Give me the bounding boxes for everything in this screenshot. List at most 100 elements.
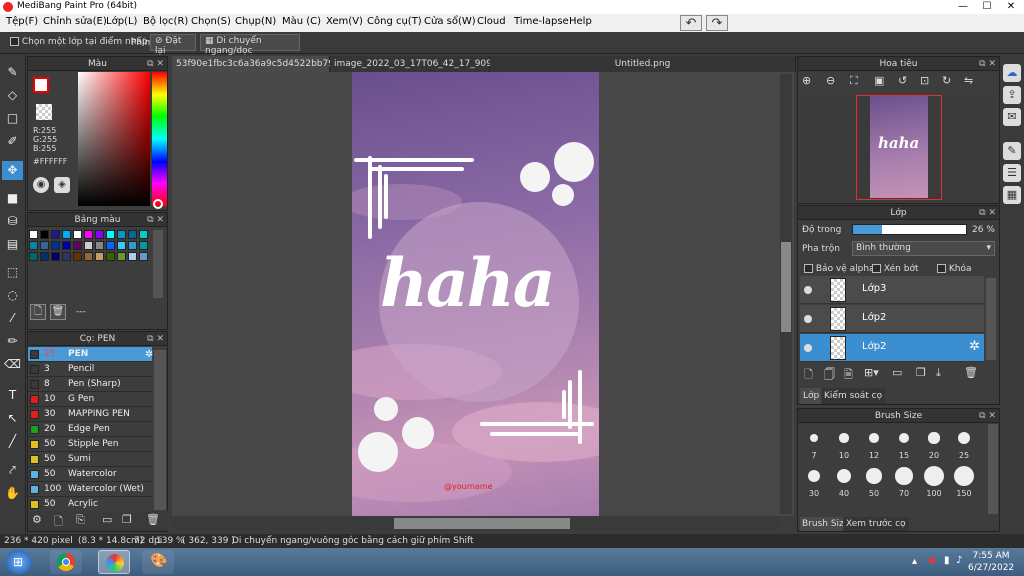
bucket-tool[interactable]: ⛁: [2, 212, 23, 231]
eyedropper-tool[interactable]: ⤤: [2, 461, 23, 480]
brush-size-option[interactable]: 150: [950, 464, 978, 500]
blend-mode-select[interactable]: Bình thường ▾: [852, 241, 995, 256]
layer-row[interactable]: Lớp3: [800, 276, 984, 304]
palette-swatch[interactable]: [117, 252, 126, 261]
folder-icon[interactable]: ▭: [892, 366, 902, 379]
canvas-vscroll-thumb[interactable]: [781, 242, 791, 332]
operation-tool[interactable]: ↖: [2, 409, 23, 428]
palette-swatch[interactable]: [73, 230, 82, 239]
brush-item[interactable]: 3 Pencil: [28, 362, 152, 377]
add-layer-menu-icon[interactable]: ⊞▾: [864, 366, 879, 379]
material-icon[interactable]: ▦: [1003, 186, 1021, 204]
palette-swatch[interactable]: [95, 241, 104, 250]
zoom-out-icon[interactable]: ⊖: [826, 74, 835, 87]
text-tool[interactable]: T: [2, 386, 23, 405]
palette-swatch[interactable]: [106, 241, 115, 250]
layer-settings-icon[interactable]: ✲: [969, 339, 980, 354]
menu-timelapse[interactable]: Time-lapse: [514, 16, 569, 27]
select-eraser-tool[interactable]: ⌫: [2, 355, 23, 374]
taskbar-medibang[interactable]: [98, 550, 130, 574]
trash-icon[interactable]: 🗑: [146, 513, 160, 526]
new-halftone-layer-icon[interactable]: 🗍: [824, 366, 835, 385]
palette-swatch[interactable]: [139, 252, 148, 261]
menu-edit[interactable]: Chỉnh sửa(E): [43, 16, 107, 27]
protect-alpha-option[interactable]: Bảo vệ alpha: [804, 264, 875, 274]
taskbar-chrome[interactable]: [50, 550, 82, 574]
palette-swatch[interactable]: [95, 230, 104, 239]
visibility-icon[interactable]: [804, 344, 812, 352]
hand-tool[interactable]: ✋: [2, 484, 23, 503]
reset-button[interactable]: ⊘ Đặt lại: [150, 34, 196, 56]
clipping-checkbox[interactable]: [872, 264, 881, 273]
palette-swatch[interactable]: [139, 230, 148, 239]
brush-item[interactable]: 50 Stipple Pen: [28, 437, 152, 452]
palette-swatch[interactable]: [139, 241, 148, 250]
folder-icon[interactable]: ▭: [102, 513, 112, 526]
brush-settings-icon[interactable]: ✲: [145, 349, 153, 360]
palette-swatch[interactable]: [106, 230, 115, 239]
layers-icon[interactable]: ☰: [1003, 164, 1021, 182]
brush-new-icon[interactable]: 🗋: [54, 513, 63, 532]
palette-swatch[interactable]: [128, 241, 137, 250]
layer-row[interactable]: Lớp2: [800, 305, 984, 333]
tray-arrow-icon[interactable]: ▴: [912, 556, 917, 567]
reset-rotation-icon[interactable]: ⊡: [920, 74, 929, 87]
palette-scrollbar[interactable]: [153, 230, 163, 298]
lasso-tool[interactable]: ◌: [2, 286, 23, 305]
rotate-right-icon[interactable]: ↻: [942, 74, 951, 87]
saturation-square[interactable]: [78, 72, 150, 206]
brush-item[interactable]: 20 Edge Pen: [28, 422, 152, 437]
lock-checkbox[interactable]: [937, 264, 946, 273]
menu-view[interactable]: Xem(V): [326, 16, 363, 27]
visibility-icon[interactable]: [804, 286, 812, 294]
brush-size-option[interactable]: 25: [950, 426, 978, 462]
canvas-vscroll[interactable]: [780, 74, 792, 514]
protect-alpha-checkbox[interactable]: [804, 264, 813, 273]
brush-size-option[interactable]: 7: [800, 426, 828, 462]
panel-controls-icon[interactable]: ⧉ ✕: [979, 206, 996, 220]
menu-color[interactable]: Màu (C): [282, 16, 321, 27]
fill-rect-tool[interactable]: ■: [2, 189, 23, 208]
merge-down-icon[interactable]: ⤓: [936, 366, 941, 380]
navigator-preview[interactable]: haha: [800, 95, 996, 201]
menu-help[interactable]: Help: [569, 16, 592, 27]
clipping-option[interactable]: Xén bớt: [872, 264, 919, 274]
flip-icon[interactable]: ⇋: [964, 74, 973, 87]
brush-size-option[interactable]: 70: [890, 464, 918, 500]
volume-icon[interactable]: ♪: [956, 555, 962, 566]
duplicate-icon[interactable]: ❐: [916, 366, 926, 379]
tab-brush-preview[interactable]: Xem trước cọ: [843, 517, 909, 531]
brush-item[interactable]: 25 PEN: [28, 347, 152, 362]
duplicate-icon[interactable]: ❐: [122, 513, 132, 526]
lock-option[interactable]: Khóa: [937, 264, 972, 274]
brush-size-option[interactable]: 40: [830, 464, 858, 500]
color-settings-button[interactable]: ◈: [54, 177, 70, 193]
tab-doc-2[interactable]: image_2022_03_17T06_42_17_909Z.png: [330, 56, 518, 72]
brush-item[interactable]: 8 Pen (Sharp): [28, 377, 152, 392]
start-button[interactable]: ⊞: [6, 550, 32, 574]
palette-swatch[interactable]: [84, 252, 93, 261]
edit-icon[interactable]: ✎: [1003, 142, 1021, 160]
layer-row-selected[interactable]: Lớp2 ✲: [800, 334, 984, 362]
menu-tools[interactable]: Công cụ(T): [367, 16, 422, 27]
palette-swatch[interactable]: [128, 230, 137, 239]
chat-icon[interactable]: ✉: [1003, 108, 1021, 126]
actual-size-icon[interactable]: ▣: [874, 74, 884, 87]
menu-cloud[interactable]: Cloud: [477, 16, 506, 27]
palette-swatch[interactable]: [117, 241, 126, 250]
clock[interactable]: 7:55 AM 6/27/2022: [968, 550, 1014, 574]
palette-swatch[interactable]: [29, 230, 38, 239]
palette-swatch[interactable]: [128, 252, 137, 261]
brush-item[interactable]: 50 Sumi: [28, 452, 152, 467]
visibility-icon[interactable]: [804, 315, 812, 323]
divide-tool[interactable]: ╱: [2, 432, 23, 451]
palette-swatch[interactable]: [51, 230, 60, 239]
menu-select[interactable]: Chọn(S): [191, 16, 231, 27]
brush-item[interactable]: 10 G Pen: [28, 392, 152, 407]
palette-swatch[interactable]: [29, 252, 38, 261]
move-tool[interactable]: ✥: [2, 161, 23, 180]
layer-scrollbar[interactable]: [986, 278, 996, 360]
new-palette-button[interactable]: 🗋: [30, 304, 46, 320]
opacity-slider[interactable]: [852, 224, 967, 235]
brush-size-scrollbar[interactable]: [988, 424, 998, 514]
